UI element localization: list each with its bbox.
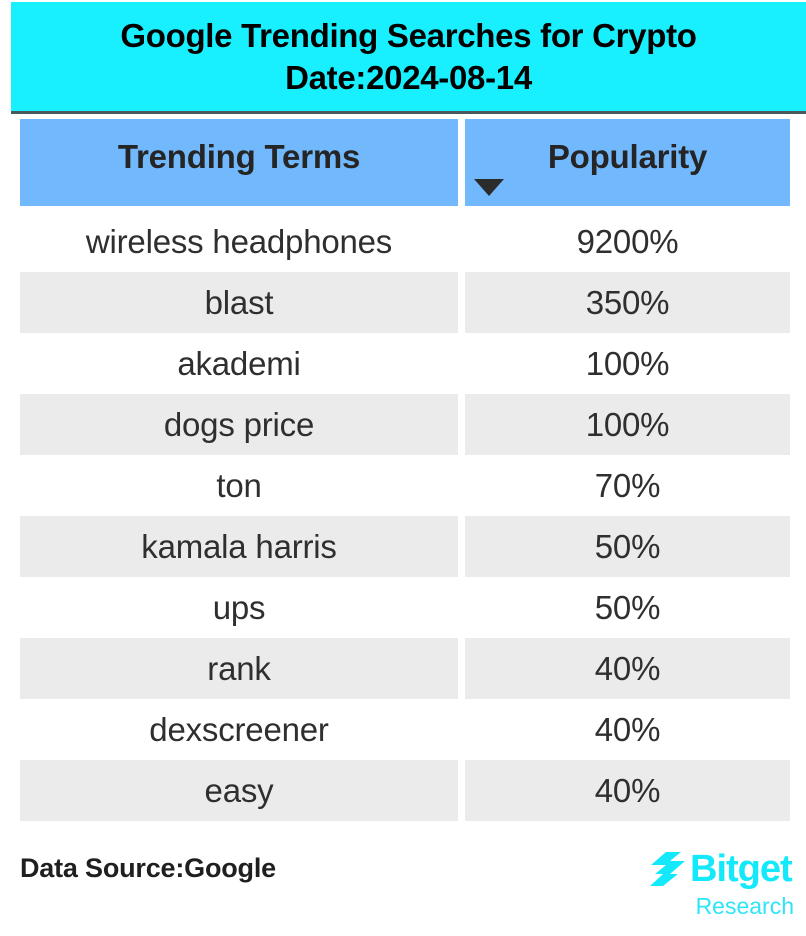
popularity-value: 40% bbox=[594, 710, 661, 748]
popularity-value: 40% bbox=[594, 649, 661, 687]
cell-popularity: 40% bbox=[465, 638, 790, 699]
cell-term: easy bbox=[20, 760, 458, 821]
cell-popularity: 70% bbox=[465, 455, 790, 516]
popularity-value: 40% bbox=[594, 771, 661, 809]
column-header-trending-terms[interactable]: Trending Terms bbox=[20, 119, 458, 206]
cell-popularity: 350% bbox=[465, 272, 790, 333]
title-banner: Google Trending Searches for Crypto Date… bbox=[11, 2, 806, 114]
row-divider bbox=[458, 333, 465, 394]
popularity-value: 100% bbox=[585, 405, 670, 443]
term-value: ups bbox=[212, 588, 266, 626]
term-value: rank bbox=[207, 649, 271, 687]
triangle-down-icon[interactable] bbox=[474, 179, 504, 196]
term-value: akademi bbox=[177, 344, 301, 382]
cell-popularity: 50% bbox=[465, 516, 790, 577]
popularity-value: 9200% bbox=[576, 222, 679, 260]
table-row[interactable]: akademi 100% bbox=[20, 333, 790, 394]
page-subtitle-date: Date:2024-08-14 bbox=[285, 58, 532, 96]
table-row[interactable]: ups 50% bbox=[20, 577, 790, 638]
column-header-popularity-label: Popularity bbox=[547, 137, 708, 175]
popularity-value: 350% bbox=[585, 283, 670, 321]
table-header-row: Trending Terms Popularity bbox=[20, 119, 790, 206]
data-source-label: Data Source:Google bbox=[20, 853, 276, 883]
row-divider bbox=[458, 516, 465, 577]
table-row[interactable]: kamala harris 50% bbox=[20, 516, 790, 577]
cell-term: kamala harris bbox=[20, 516, 458, 577]
logo-wordmark: Bitget bbox=[690, 848, 793, 890]
cell-popularity: 100% bbox=[465, 333, 790, 394]
row-divider bbox=[458, 394, 465, 455]
term-value: easy bbox=[204, 771, 274, 809]
popularity-value: 100% bbox=[585, 344, 670, 382]
term-value: dexscreener bbox=[149, 710, 329, 748]
cell-popularity: 100% bbox=[465, 394, 790, 455]
term-value: blast bbox=[204, 283, 274, 321]
cell-term: blast bbox=[20, 272, 458, 333]
term-value: wireless headphones bbox=[85, 222, 393, 260]
cell-popularity: 40% bbox=[465, 699, 790, 760]
row-divider bbox=[458, 577, 465, 638]
row-divider bbox=[458, 211, 465, 272]
cell-popularity: 9200% bbox=[465, 211, 790, 272]
cell-term: dexscreener bbox=[20, 699, 458, 760]
cell-term: ups bbox=[20, 577, 458, 638]
table-row[interactable]: ton 70% bbox=[20, 455, 790, 516]
table-row[interactable]: wireless headphones 9200% bbox=[20, 211, 790, 272]
term-value: dogs price bbox=[163, 405, 315, 443]
row-divider bbox=[458, 760, 465, 821]
bitget-chevron-icon bbox=[648, 850, 688, 888]
logo-wordmark-row: Bitget bbox=[648, 848, 796, 890]
cell-term: dogs price bbox=[20, 394, 458, 455]
page-title: Google Trending Searches for Crypto bbox=[120, 16, 697, 54]
cell-term: akademi bbox=[20, 333, 458, 394]
cell-term: ton bbox=[20, 455, 458, 516]
table-row[interactable]: easy 40% bbox=[20, 760, 790, 821]
popularity-value: 50% bbox=[594, 588, 661, 626]
cell-popularity: 50% bbox=[465, 577, 790, 638]
row-divider bbox=[458, 455, 465, 516]
trending-table: Trending Terms Popularity wireless headp… bbox=[20, 119, 790, 821]
column-header-popularity[interactable]: Popularity bbox=[465, 119, 790, 206]
cell-popularity: 40% bbox=[465, 760, 790, 821]
column-header-trending-terms-label: Trending Terms bbox=[117, 137, 361, 175]
bitget-research-logo: Bitget Research bbox=[648, 848, 796, 920]
trending-searches-card: Google Trending Searches for Crypto Date… bbox=[0, 0, 806, 936]
column-divider bbox=[458, 119, 465, 206]
term-value: ton bbox=[216, 466, 262, 504]
logo-subtitle: Research bbox=[695, 893, 794, 919]
popularity-value: 50% bbox=[594, 527, 661, 565]
row-divider bbox=[458, 699, 465, 760]
term-value: kamala harris bbox=[141, 527, 337, 565]
row-divider bbox=[458, 638, 465, 699]
row-divider bbox=[458, 272, 465, 333]
popularity-value: 70% bbox=[594, 466, 661, 504]
table-row[interactable]: dexscreener 40% bbox=[20, 699, 790, 760]
table-row[interactable]: rank 40% bbox=[20, 638, 790, 699]
table-row[interactable]: blast 350% bbox=[20, 272, 790, 333]
table-row[interactable]: dogs price 100% bbox=[20, 394, 790, 455]
cell-term: rank bbox=[20, 638, 458, 699]
cell-term: wireless headphones bbox=[20, 211, 458, 272]
